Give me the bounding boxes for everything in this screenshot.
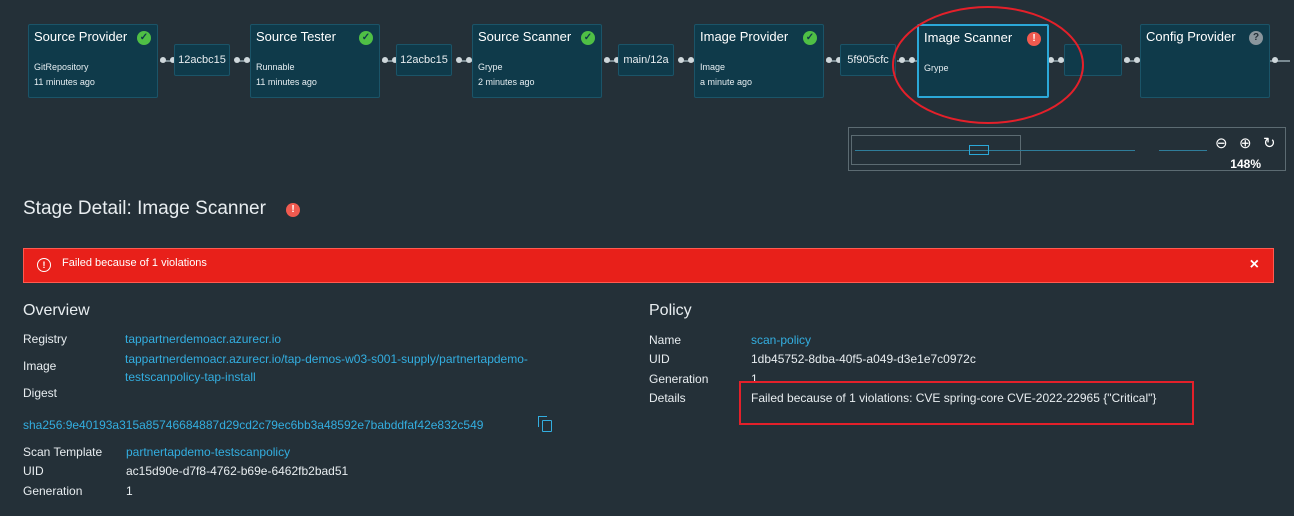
- policy-uid-label: UID: [649, 352, 670, 366]
- policy-generation-label: Generation: [649, 372, 709, 386]
- stage-node-subtitle: Image a minute ago: [700, 62, 753, 87]
- digest-link[interactable]: sha256:9e40193a315a85746684887d29cd2c79e…: [23, 418, 483, 432]
- overview-heading: Overview: [23, 302, 90, 319]
- zoom-out-icon[interactable]: ⊖: [1215, 134, 1228, 152]
- generation-label: Generation: [23, 484, 83, 498]
- copy-icon[interactable]: [538, 416, 552, 432]
- port-dot: [160, 57, 166, 63]
- stage-node-config-provider[interactable]: Config Provider ?: [1140, 24, 1270, 98]
- minimap-edge: [1159, 150, 1207, 151]
- alert-message: Failed because of 1 violations: [62, 257, 207, 269]
- scan-template-label: Scan Template: [23, 445, 103, 459]
- stage-node-subtitle: Runnable 11 minutes ago: [256, 62, 317, 87]
- port-dot: [826, 57, 832, 63]
- scan-template-link[interactable]: partnertapdemo-testscanpolicy: [126, 445, 290, 459]
- annotation-box: [739, 381, 1194, 425]
- stage-node-title: Source Scanner: [478, 29, 572, 44]
- port-dot: [234, 57, 240, 63]
- port-dot: [382, 57, 388, 63]
- policy-details-label: Details: [649, 391, 686, 405]
- annotation-ellipse: [892, 6, 1084, 124]
- error-alert: ! Failed because of 1 violations ×: [23, 248, 1274, 283]
- close-icon[interactable]: ×: [1250, 256, 1259, 274]
- graph-minimap[interactable]: ⊖ ⊕ ↻ 148%: [848, 127, 1286, 171]
- registry-link[interactable]: tappartnerdemoacr.azurecr.io: [125, 332, 281, 346]
- revision-chip[interactable]: 5f905cfc: [840, 44, 896, 76]
- minimap-selected-node: [969, 145, 989, 155]
- image-label: Image: [23, 359, 57, 373]
- supply-chain-graph: 12acbc15 12acbc15 main/12a 5f905cfc Sour…: [0, 0, 1294, 124]
- page-title: Stage Detail: Image Scanner: [23, 198, 266, 219]
- success-check-icon: ✓: [359, 31, 373, 45]
- stage-node-image-provider[interactable]: Image Provider ✓ Image a minute ago: [694, 24, 824, 98]
- unknown-status-icon: ?: [1249, 31, 1263, 45]
- policy-name-link[interactable]: scan-policy: [751, 333, 811, 347]
- success-check-icon: ✓: [581, 31, 595, 45]
- error-icon: !: [286, 203, 300, 217]
- port-dot: [1124, 57, 1130, 63]
- success-check-icon: ✓: [803, 31, 817, 45]
- stage-node-source-scanner[interactable]: Source Scanner ✓ Grype 2 minutes ago: [472, 24, 602, 98]
- digest-label: Digest: [23, 386, 58, 400]
- revision-chip[interactable]: 12acbc15: [396, 44, 452, 76]
- port-dot: [1272, 57, 1278, 63]
- success-check-icon: ✓: [137, 31, 151, 45]
- port-dot: [604, 57, 610, 63]
- reset-icon[interactable]: ↻: [1263, 134, 1276, 152]
- image-link[interactable]: tappartnerdemoacr.azurecr.io/tap-demos-w…: [125, 350, 528, 386]
- stage-node-title: Config Provider: [1146, 29, 1236, 44]
- port-dot: [456, 57, 462, 63]
- stage-node-title: Source Tester: [256, 29, 336, 44]
- stage-node-title: Source Provider: [34, 29, 128, 44]
- zoom-level: 148%: [1230, 157, 1261, 171]
- stage-node-title: Image Provider: [700, 29, 789, 44]
- stage-node-subtitle: Grype 2 minutes ago: [478, 62, 535, 87]
- generation-value: 1: [126, 484, 133, 498]
- alert-info-icon: !: [37, 258, 51, 272]
- uid-label: UID: [23, 464, 44, 478]
- port-dot: [678, 57, 684, 63]
- policy-name-label: Name: [649, 333, 682, 347]
- stage-node-source-tester[interactable]: Source Tester ✓ Runnable 11 minutes ago: [250, 24, 380, 98]
- revision-chip[interactable]: 12acbc15: [174, 44, 230, 76]
- minimap-edge: [855, 150, 1135, 151]
- stage-node-subtitle: GitRepository 11 minutes ago: [34, 62, 95, 87]
- revision-chip[interactable]: main/12a: [618, 44, 674, 76]
- stage-node-source-provider[interactable]: Source Provider ✓ GitRepository 11 minute…: [28, 24, 158, 98]
- uid-value: ac15d90e-d7f8-4762-b69e-6462fb2bad51: [126, 464, 349, 478]
- zoom-in-icon[interactable]: ⊕: [1239, 134, 1252, 152]
- policy-uid-value: 1db45752-8dba-40f5-a049-d3e1e7c0972c: [751, 352, 976, 366]
- policy-heading: Policy: [649, 302, 692, 319]
- registry-label: Registry: [23, 332, 68, 346]
